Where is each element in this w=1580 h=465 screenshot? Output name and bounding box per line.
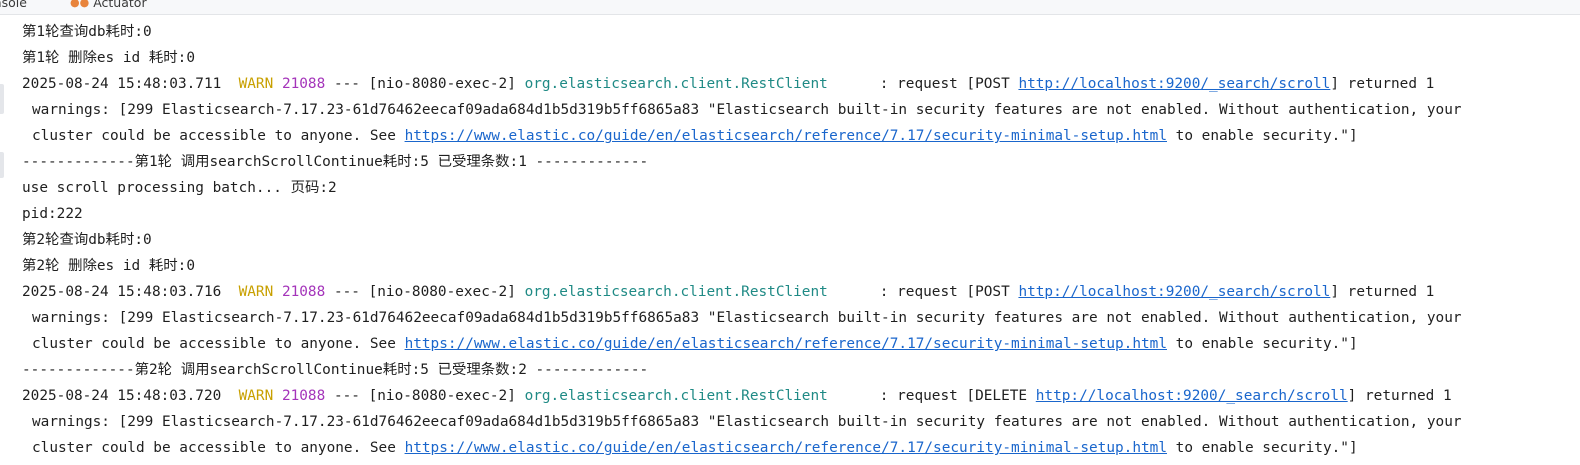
log-message: ] returned 1 bbox=[1347, 388, 1452, 404]
log-warn-line: 2025-08-24 15:48:03.720 WARN 21088 --- [… bbox=[22, 383, 1580, 409]
log-timestamp: 2025-08-24 15:48:03.720 bbox=[22, 388, 222, 404]
log-pid: 21088 bbox=[281, 76, 326, 92]
log-continuation: warnings: [299 Elasticsearch-7.17.23-61d… bbox=[32, 414, 1462, 430]
actuator-icon: ●● bbox=[70, 0, 90, 9]
log-thread: --- [nio-8080-exec-2] bbox=[333, 76, 516, 92]
docs-link[interactable]: https://www.elastic.co/guide/en/elastics… bbox=[405, 336, 1167, 352]
log-logger: org.elasticsearch.client.RestClient bbox=[524, 388, 828, 404]
log-continuation: cluster could be accessible to anyone. S… bbox=[22, 435, 1580, 461]
log-line: -------------第2轮 调用searchScrollContinue耗… bbox=[22, 362, 649, 378]
log-warn-line: 2025-08-24 15:48:03.716 WARN 21088 --- [… bbox=[22, 279, 1580, 305]
log-line: 第1轮 删除es id 耗时:0 bbox=[22, 50, 195, 66]
log-text: cluster could be accessible to anyone. S… bbox=[32, 440, 396, 456]
console-output[interactable]: 第1轮查询db耗时:0 第1轮 删除es id 耗时:0 2025-08-24 … bbox=[22, 19, 1580, 461]
log-message: ] returned 1 bbox=[1330, 284, 1435, 300]
log-level: WARN bbox=[238, 284, 274, 300]
tab-actuator-label: Actuator bbox=[93, 0, 147, 10]
gutter-marker bbox=[0, 84, 4, 114]
log-line: 第1轮查询db耗时:0 bbox=[22, 24, 152, 40]
log-pid: 21088 bbox=[281, 284, 326, 300]
log-continuation: warnings: [299 Elasticsearch-7.17.23-61d… bbox=[32, 102, 1462, 118]
log-text: cluster could be accessible to anyone. S… bbox=[32, 128, 396, 144]
log-url-link[interactable]: http://localhost:9200/_search/scroll bbox=[1036, 388, 1348, 404]
log-warn-line: 2025-08-24 15:48:03.711 WARN 21088 --- [… bbox=[22, 71, 1580, 97]
log-line: pid:222 bbox=[22, 206, 83, 222]
log-logger: org.elasticsearch.client.RestClient bbox=[524, 76, 828, 92]
docs-link[interactable]: https://www.elastic.co/guide/en/elastics… bbox=[405, 128, 1167, 144]
docs-link[interactable]: https://www.elastic.co/guide/en/elastics… bbox=[405, 440, 1167, 456]
log-continuation: cluster could be accessible to anyone. S… bbox=[22, 123, 1580, 149]
log-message: : request [POST bbox=[879, 284, 1010, 300]
log-logger: org.elasticsearch.client.RestClient bbox=[524, 284, 828, 300]
log-message: : request [POST bbox=[879, 76, 1010, 92]
log-text: to enable security."] bbox=[1175, 128, 1358, 144]
log-continuation: warnings: [299 Elasticsearch-7.17.23-61d… bbox=[32, 310, 1462, 326]
log-thread: --- [nio-8080-exec-2] bbox=[333, 388, 516, 404]
tab-actuator[interactable]: ●● Actuator bbox=[70, 0, 147, 14]
tool-window-tab-bar: onsole ●●Actuator bbox=[0, 0, 1580, 15]
log-continuation: cluster could be accessible to anyone. S… bbox=[22, 331, 1580, 357]
log-timestamp: 2025-08-24 15:48:03.711 bbox=[22, 76, 222, 92]
log-message: : request [DELETE bbox=[879, 388, 1028, 404]
log-url-link[interactable]: http://localhost:9200/_search/scroll bbox=[1018, 76, 1330, 92]
log-message: ] returned 1 bbox=[1330, 76, 1435, 92]
log-url-link[interactable]: http://localhost:9200/_search/scroll bbox=[1018, 284, 1330, 300]
log-text: to enable security."] bbox=[1175, 336, 1358, 352]
log-thread: --- [nio-8080-exec-2] bbox=[333, 284, 516, 300]
log-text: cluster could be accessible to anyone. S… bbox=[32, 336, 396, 352]
log-line: 第2轮 删除es id 耗时:0 bbox=[22, 258, 195, 274]
log-line: 第2轮查询db耗时:0 bbox=[22, 232, 152, 248]
log-level: WARN bbox=[238, 388, 274, 404]
gutter-marker bbox=[0, 152, 4, 178]
log-line: use scroll processing batch... 页码:2 bbox=[22, 180, 337, 196]
log-text: to enable security."] bbox=[1175, 440, 1358, 456]
tab-console[interactable]: onsole bbox=[0, 0, 27, 14]
log-timestamp: 2025-08-24 15:48:03.716 bbox=[22, 284, 222, 300]
log-pid: 21088 bbox=[281, 388, 326, 404]
log-level: WARN bbox=[238, 76, 274, 92]
log-line: -------------第1轮 调用searchScrollContinue耗… bbox=[22, 154, 649, 170]
